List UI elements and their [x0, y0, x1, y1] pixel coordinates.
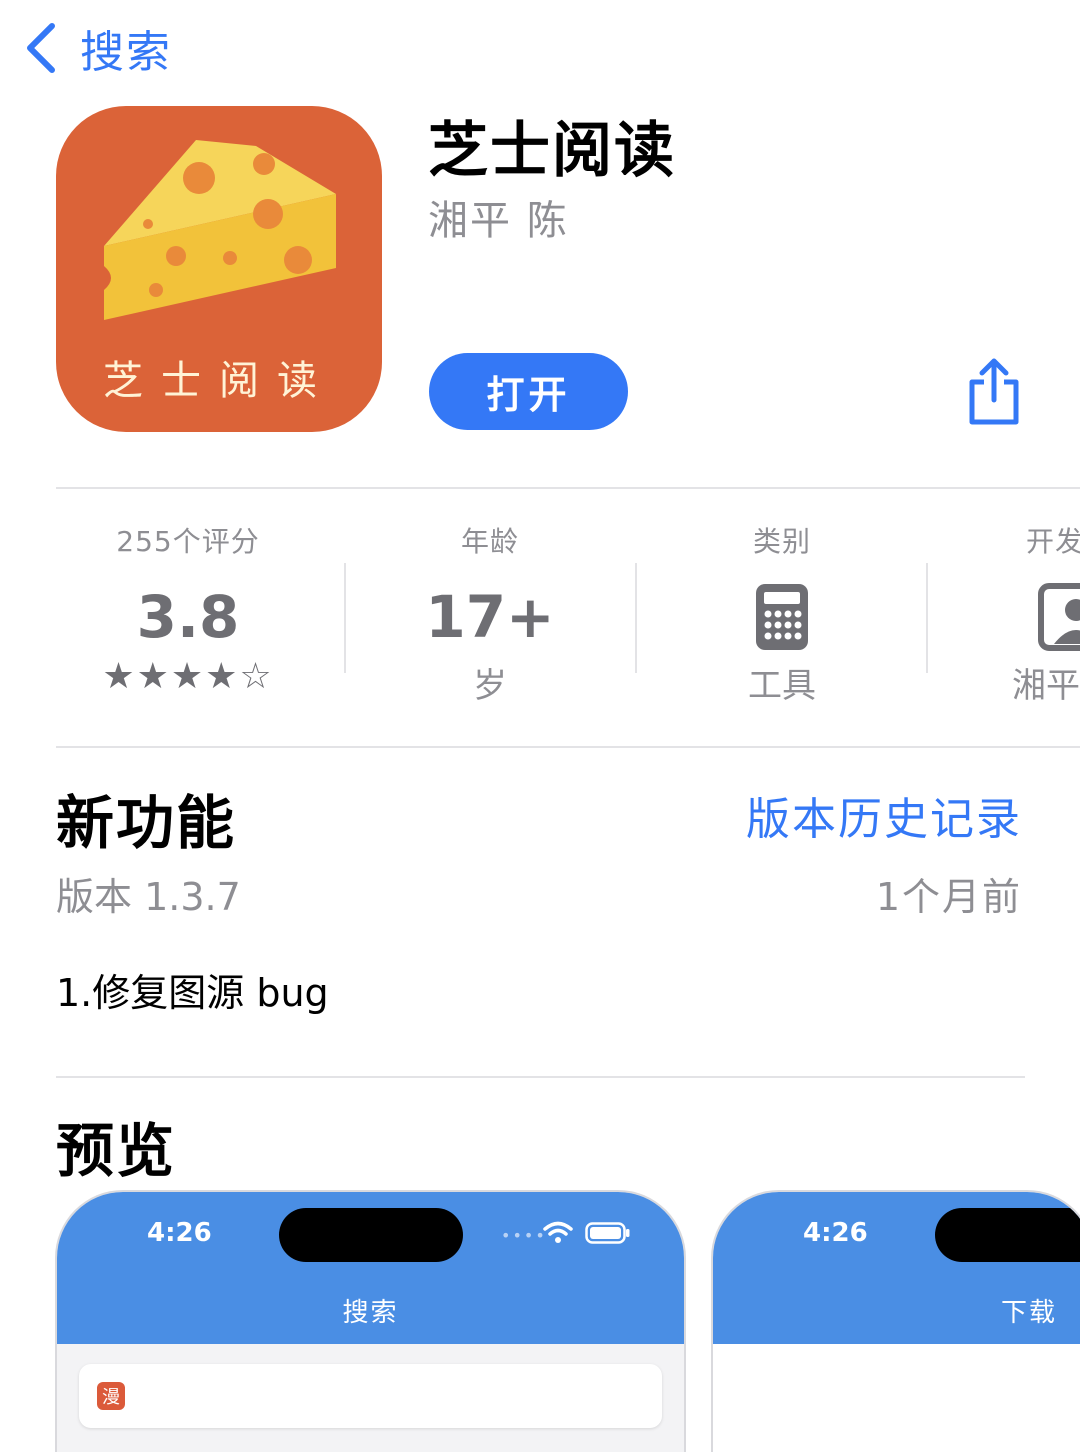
rating-value: 3.8 — [136, 583, 240, 651]
divider — [56, 746, 1080, 748]
dynamic-island — [935, 1208, 1080, 1262]
info-category[interactable]: 类别 工具 — [637, 520, 927, 707]
wifi-icon — [543, 1221, 573, 1243]
screen-nav-title: 下载 — [1001, 1298, 1058, 1328]
divider — [56, 1076, 1025, 1078]
app-title: 芝士阅读 — [428, 116, 676, 186]
back-button[interactable]: 搜索 — [22, 18, 172, 78]
category-value: 工具 — [748, 666, 816, 706]
app-icon: 芝士阅读 — [56, 106, 382, 432]
info-age[interactable]: 年龄 17+ 岁 — [345, 520, 635, 707]
preview-screenshot-2[interactable]: 4:26 下载 — [711, 1190, 1080, 1452]
divider — [56, 487, 1080, 489]
chevron-left-icon — [27, 23, 55, 73]
whats-new-title: 新功能 — [56, 789, 237, 857]
calculator-icon — [756, 584, 808, 650]
screen-body: 漫 — [57, 1344, 684, 1452]
release-notes: 1.修复图源 bug — [56, 971, 329, 1015]
info-ratings[interactable]: 255个评分 3.8 ★★★★☆ — [43, 520, 333, 697]
developer-person-icon — [1038, 583, 1080, 651]
status-time: 4:26 — [147, 1218, 212, 1248]
developer-label: 开发 — [1026, 525, 1080, 558]
signal-dots-icon: •••• — [501, 1226, 547, 1245]
status-time: 4:26 — [803, 1218, 868, 1248]
age-sub: 岁 — [473, 666, 507, 706]
preview-title: 预览 — [56, 1117, 177, 1185]
screen-nav-title: 搜索 — [342, 1298, 399, 1328]
screen-body — [713, 1344, 1080, 1452]
release-date: 1个月前 — [875, 875, 1022, 919]
ratings-count-label: 255个评分 — [116, 525, 260, 558]
version-history-link[interactable]: 版本历史记录 — [746, 783, 1022, 847]
age-label: 年龄 — [460, 525, 519, 558]
source-badge: 漫 — [97, 1382, 125, 1410]
developer-link[interactable]: 湘平 陈 — [428, 188, 569, 246]
share-icon[interactable] — [962, 356, 1026, 428]
open-button[interactable]: 打开 — [429, 353, 628, 430]
back-label: 搜索 — [80, 27, 172, 78]
battery-icon — [585, 1222, 630, 1244]
info-developer[interactable]: 开发 湘平 — [928, 520, 1080, 707]
version-number: 版本 1.3.7 — [56, 875, 241, 919]
app-icon-label: 芝士阅读 — [103, 358, 335, 404]
category-label: 类别 — [752, 525, 811, 558]
dynamic-island — [279, 1208, 463, 1262]
rating-stars: ★★★★☆ — [102, 656, 274, 697]
preview-screenshot-1[interactable]: 4:26 •••• 搜索 漫 — [55, 1190, 686, 1452]
list-item: 漫 — [79, 1364, 662, 1428]
developer-short-name: 湘平 — [1012, 666, 1080, 706]
age-value: 17+ — [425, 583, 555, 651]
